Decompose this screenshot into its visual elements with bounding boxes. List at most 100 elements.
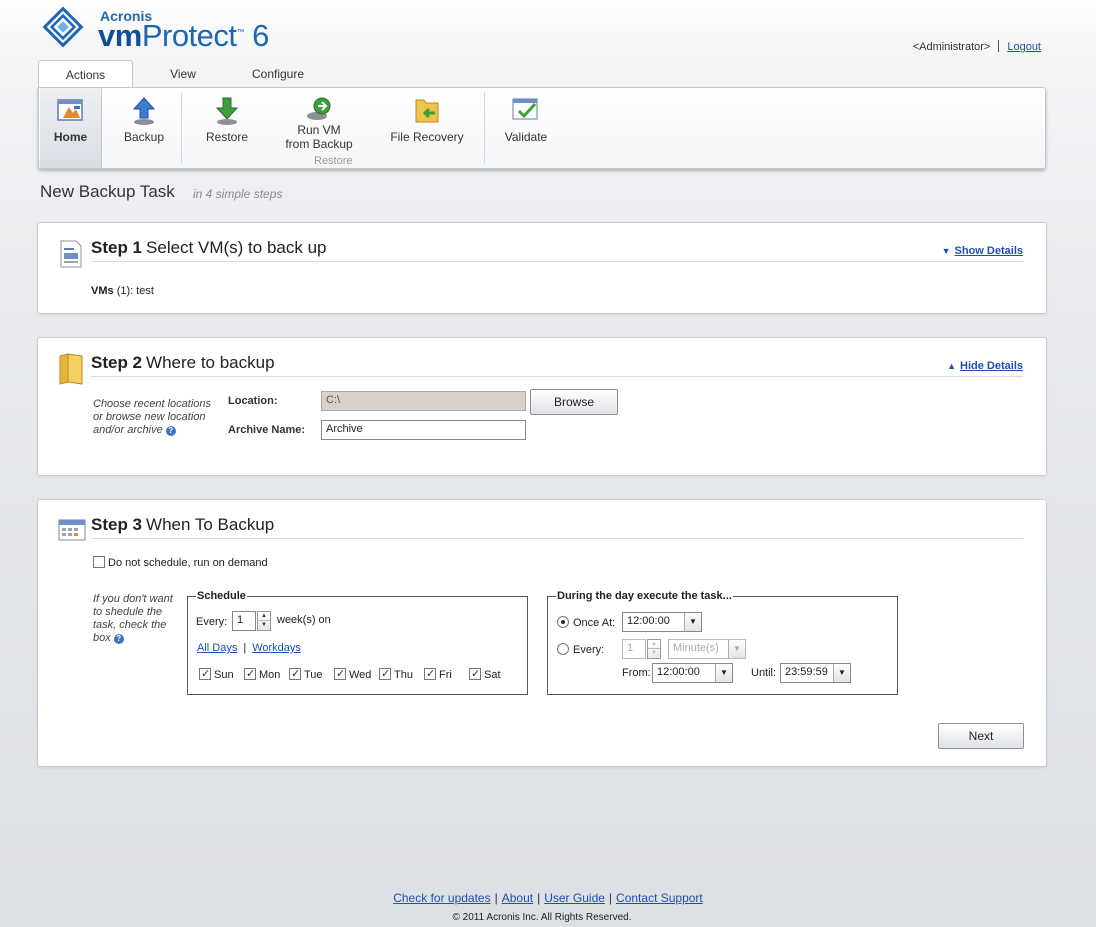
spin-down-icon: ▼ [261, 622, 267, 628]
about-link[interactable]: About [502, 891, 533, 905]
help-icon[interactable]: ? [165, 426, 176, 436]
sat-checkbox[interactable] [469, 667, 481, 680]
chevron-down-icon: ▼ [728, 640, 745, 658]
step2-hint: Choose recent locations or browse new lo… [93, 398, 212, 436]
day-sat[interactable]: Sat [469, 667, 501, 681]
day-fri[interactable]: Fri [424, 667, 452, 681]
weeks-input[interactable]: 1 [232, 611, 256, 631]
all-days-link[interactable]: All Days [197, 642, 237, 654]
validate-label: Validate [504, 130, 548, 144]
step2-panel: Step 2 Where to backup ▲ Hide Details Choo… [37, 337, 1047, 476]
hide-details-link[interactable]: ▲ Hide Details [947, 360, 1023, 372]
schedule-legend: Schedule [197, 590, 246, 602]
check-updates-link[interactable]: Check for updates [393, 891, 490, 905]
show-details-link[interactable]: ▼ Show Details [942, 245, 1023, 257]
username: <Administrator> [912, 41, 991, 53]
step3-panel: Step 3 When To Backup Do not schedule, ru… [37, 499, 1047, 767]
acronis-logo-icon [42, 6, 84, 48]
brand-product: vmProtect™ 6 [98, 18, 269, 53]
restore-group-label: Restore [314, 155, 353, 167]
contact-support-link[interactable]: Contact Support [616, 891, 703, 905]
step2-title: Where to backup [146, 353, 275, 372]
calendar-icon [58, 519, 86, 541]
until-label: Until: [751, 667, 777, 679]
once-at-radio[interactable] [557, 616, 569, 628]
file-recovery-label: File Recovery [390, 130, 464, 144]
every-label: Every: [196, 616, 228, 628]
file-recovery-button[interactable]: File Recovery [384, 92, 470, 166]
folder-icon [59, 353, 83, 385]
user-area: <Administrator> Logout [913, 40, 1041, 53]
home-button[interactable]: Home [40, 88, 102, 168]
every-interval-input[interactable]: 1 [622, 639, 646, 659]
help-icon[interactable]: ? [113, 634, 124, 644]
workdays-link[interactable]: Workdays [252, 642, 301, 654]
wed-checkbox[interactable] [334, 667, 346, 680]
step1-panel: Step 1 Select VM(s) to back up ▼ Show Deta… [37, 222, 1047, 314]
user-guide-link[interactable]: User Guide [544, 891, 605, 905]
restore-download-icon [215, 97, 239, 125]
run-vm-icon [307, 97, 331, 120]
document-list-icon [60, 240, 82, 268]
backup-button[interactable]: Backup [117, 92, 171, 166]
fri-checkbox[interactable] [424, 667, 436, 680]
day-mon[interactable]: Mon [244, 667, 280, 681]
day-presets: All Days | Workdays [197, 642, 301, 654]
step3-hint: If you don't want to shedule the task, c… [93, 593, 173, 644]
weeks-unit-label: week(s) on [277, 614, 331, 626]
once-at-option[interactable]: Once At: [557, 616, 615, 629]
every-option[interactable]: Every: [557, 643, 604, 656]
tab-view[interactable]: View [158, 60, 208, 88]
thu-checkbox[interactable] [379, 667, 391, 680]
day-sun[interactable]: Sun [199, 667, 234, 681]
once-at-time-select[interactable]: 12:00:00 ▼ [622, 612, 702, 632]
step1-number: Step 1 [91, 238, 143, 257]
tab-actions[interactable]: Actions [38, 60, 133, 88]
acronis-logo: Acronis vmProtect™ 6 [38, 6, 298, 58]
step2-header: Step 2 Where to backup ▲ Hide Details [91, 353, 1023, 377]
file-recovery-icon [415, 99, 439, 123]
run-vm-label-2: from Backup [285, 137, 353, 151]
footer-links: Check for updates | About | User Guide | Conta… [393, 891, 703, 905]
interval-unit-select[interactable]: Minute(s) ▼ [668, 639, 746, 659]
step3-header: Step 3 When To Backup [91, 515, 1023, 539]
validate-button[interactable]: Validate [499, 92, 553, 166]
mon-checkbox[interactable] [244, 667, 256, 680]
step3-number: Step 3 [91, 515, 143, 534]
day-tue[interactable]: Tue [289, 667, 323, 681]
archive-name-field[interactable]: Archive [321, 420, 526, 440]
no-schedule-checkbox[interactable] [93, 556, 105, 568]
day-wed[interactable]: Wed [334, 667, 371, 681]
every-radio[interactable] [557, 643, 569, 655]
weeks-spinner[interactable]: ▲ ▼ [257, 611, 271, 631]
location-field[interactable]: C:\ [321, 391, 526, 411]
page-title: New Backup Task [40, 182, 175, 201]
page-subtitle: in 4 simple steps [193, 187, 283, 201]
restore-button[interactable]: Restore [197, 92, 257, 166]
validate-icon [512, 98, 538, 120]
backup-label: Backup [123, 130, 165, 144]
browse-button[interactable]: Browse [530, 389, 618, 415]
tab-configure[interactable]: Configure [243, 60, 313, 88]
spin-up-icon: ▲ [258, 612, 270, 621]
step3-title: When To Backup [146, 515, 275, 534]
spin-down-icon: ▼ [651, 650, 657, 656]
step1-header: Step 1 Select VM(s) to back up ▼ Show Deta… [91, 238, 1023, 262]
backup-upload-icon [132, 97, 156, 125]
chevron-down-icon: ▼ [833, 664, 850, 682]
from-label: From: [622, 667, 651, 679]
every-interval-spinner[interactable]: ▲ ▼ [647, 639, 661, 659]
sun-checkbox[interactable] [199, 667, 211, 680]
archive-name-label: Archive Name: [228, 424, 306, 436]
chevron-down-icon: ▼ [715, 664, 732, 682]
next-button[interactable]: Next [938, 723, 1024, 749]
tue-checkbox[interactable] [289, 667, 301, 680]
restore-label: Restore [205, 130, 249, 144]
day-thu[interactable]: Thu [379, 667, 413, 681]
from-time-select[interactable]: 12:00:00 ▼ [652, 663, 733, 683]
step1-title: Select VM(s) to back up [146, 238, 327, 257]
run-vm-label-1: Run VM [297, 123, 341, 137]
logout-link[interactable]: Logout [1007, 41, 1041, 53]
no-schedule-option[interactable]: Do not schedule, run on demand [93, 556, 268, 569]
until-time-select[interactable]: 23:59:59 ▼ [780, 663, 851, 683]
